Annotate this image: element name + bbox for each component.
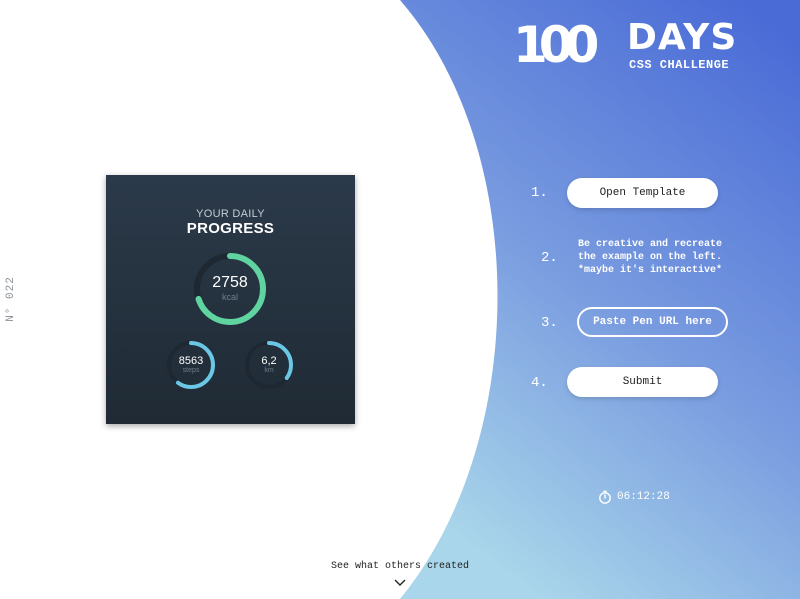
step-2-number: 2. (541, 250, 558, 266)
logo-number: 100 (513, 16, 599, 74)
chevron-down-icon[interactable] (393, 577, 407, 587)
countdown-timer: 06:12:28 (598, 489, 670, 505)
step-2-line-1: Be creative and recreate (577, 239, 723, 250)
daily-progress-card: YOUR DAILY PROGRESS 2758 kcal 8563 steps… (106, 175, 355, 424)
km-unit: km (264, 367, 274, 374)
step-4-number: 4. (531, 375, 548, 391)
kcal-unit: kcal (221, 292, 238, 302)
step-3-number: 3. (541, 315, 558, 331)
steps-value: 8563 (178, 355, 204, 367)
steps-unit: steps (182, 367, 200, 374)
stopwatch-icon (599, 490, 611, 504)
step-2-instructions: Be creative and recreate the example on … (567, 238, 733, 277)
see-others-link[interactable]: See what others created (300, 561, 500, 572)
open-template-button[interactable]: Open Template (567, 178, 718, 208)
submit-button[interactable]: Submit (567, 367, 718, 397)
paste-pen-url-input[interactable]: Paste Pen URL here (577, 307, 728, 337)
kcal-value: 2758 (212, 274, 248, 291)
logo-word: DAYS (627, 17, 738, 58)
challenge-number-label: N° 022 (4, 276, 17, 322)
km-value: 6,2 (261, 355, 277, 367)
step-1-number: 1. (531, 185, 548, 201)
logo-subtitle: CSS CHALLENGE (629, 58, 730, 72)
100-days-logo: 100 DAYS CSS CHALLENGE (513, 16, 753, 76)
step-2-line-3: *maybe it's interactive* (577, 265, 723, 276)
step-2-line-2: the example on the left. (577, 252, 723, 263)
page: N° 022 YOUR DAILY PROGRESS 2758 kcal 856… (0, 0, 800, 599)
timer-value: 06:12:28 (617, 491, 670, 503)
